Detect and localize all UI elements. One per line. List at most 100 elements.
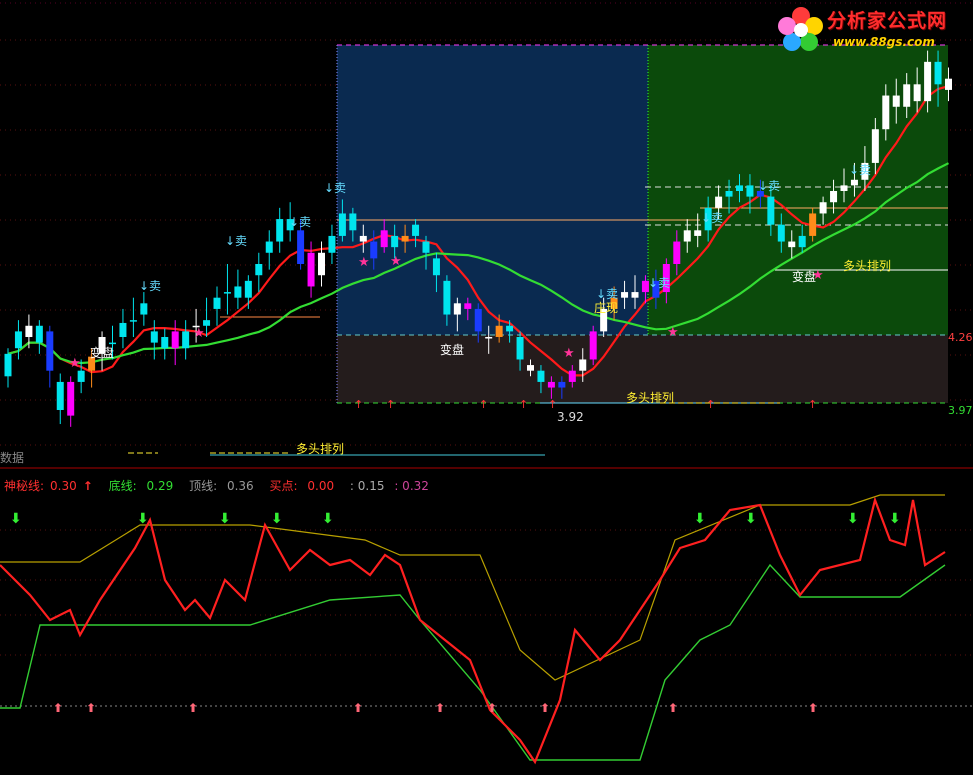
candle-body-55 [579,359,587,371]
top-value: 0.36 [226,479,254,493]
up-arrow-icon-2: ↑ [479,398,488,411]
candle-body-21 [223,292,231,294]
logo-url: www.88gs.com [833,35,935,49]
candle-body-86 [903,84,911,107]
pink-up-arrow-icon-6: ⬆ [540,701,550,715]
candle-body-14 [150,331,158,343]
candle-body-15 [161,337,169,349]
sell-marker-7: ↓卖 [758,179,780,193]
candle-body-36 [380,230,388,248]
candle-body-10 [109,342,116,345]
data-panel-label: 数据 [0,451,25,465]
green-down-arrow-icon-1: ⬇ [137,511,149,527]
candle-body-16 [171,331,179,349]
candle-body-2 [25,325,33,337]
candle-body-30 [318,252,325,276]
star-icon-0: ★ [69,356,81,371]
candle-body-70 [736,185,743,191]
indicator-legend: 神秘线: 0.30 ↑ 底线: 0.29 顶线: 0.36 买点: 0.00 : 0… [4,477,435,494]
green-down-arrow-icon-6: ⬇ [745,511,757,527]
buy-point-legend: 买点: 0.00 [270,479,344,493]
candle-body-32 [338,213,346,236]
star-icon-3: ★ [390,254,402,269]
bottom-value: 0.29 [146,479,174,493]
candle-body-26 [276,219,284,242]
buy-value: 0.00 [307,479,335,493]
candle-body-28 [297,230,305,264]
candle-body-66 [694,230,702,236]
bull-array-label-2: 多头排列 [626,391,674,405]
buy-label: 买点: [269,479,298,493]
sell-marker-1: ↓卖 [225,234,247,248]
green-down-arrow-icon-5: ⬇ [694,511,706,527]
pink-up-arrow-icon-3: ⬆ [353,701,363,715]
mystery-line [0,496,946,765]
price-label-right-upper: 4.26 [948,331,973,344]
candle-body-88 [924,61,932,102]
candle-body-65 [683,230,691,242]
candle-body-38 [401,235,409,242]
candle-body-68 [715,196,723,208]
candle-body-35 [370,241,378,259]
bull-array-label-1: 多头排列 [843,259,891,273]
value6-legend: : 0.32 [394,479,429,493]
pink-up-arrow-icon-7: ⬆ [668,701,678,715]
star-icon-1: ★ [193,326,205,341]
pink-up-arrow-icon-4: ⬆ [435,701,445,715]
mystery-label: 神秘线: [4,479,45,493]
candle-body-52 [547,381,555,388]
candle-body-90 [945,78,952,90]
candle-body-87 [913,84,921,102]
change-marker-0: 变盘 [90,345,114,360]
candle-body-59 [621,292,629,298]
candle-body-22 [234,286,242,298]
mystery-value: 0.30 [50,479,77,493]
candle-body-11 [119,322,127,337]
candle-body-42 [443,280,451,315]
candle-body-25 [265,241,273,253]
candle-body-60 [631,292,639,298]
candle-body-48 [506,325,514,332]
candle-body-84 [882,95,890,130]
candle-body-31 [328,235,336,253]
candle-body-5 [56,381,64,410]
candle-body-0 [4,353,12,377]
candle-body-79 [830,191,838,203]
up-arrow-icon-3: ↑ [519,398,528,411]
top-line-legend: 顶线: 0.36 [189,479,263,493]
zhuang-label: 庄现 [594,300,618,315]
top-label: 顶线: [189,479,218,493]
green-down-arrow-icon-4: ⬇ [322,511,334,527]
candle-body-46 [485,337,493,339]
candle-body-50 [527,365,534,371]
candle-body-81 [850,179,858,186]
sell-marker-3: ↓卖 [324,181,346,195]
candle-body-34 [359,235,367,242]
candle-body-6 [67,381,75,416]
candle-body-71 [746,185,754,197]
candle-body-77 [809,213,817,236]
up-arrow-icon-6: ↑ [808,398,817,411]
change-marker-1: 变盘 [440,342,464,357]
candle-body-53 [558,381,566,388]
pink-up-arrow-icon-0: ⬆ [53,701,63,715]
star-icon-5: ★ [667,325,679,340]
candle-body-73 [767,196,775,225]
candle-body-39 [412,224,420,236]
sell-marker-4: ↓卖 [596,287,618,301]
candle-body-89 [934,61,942,85]
candle-body-7 [77,370,85,382]
candle-body-33 [349,213,357,231]
pink-up-arrow-icon-8: ⬆ [808,701,818,715]
sell-marker-5: ↓卖 [648,276,670,290]
up-arrow-icon-1: ↑ [386,398,395,411]
candle-body-23 [244,280,252,298]
logo-title: 分析家公式网 [827,10,948,32]
candle-body-76 [798,235,806,248]
star-icon-2: ★ [358,255,370,270]
candle-body-56 [589,331,597,360]
chart-canvas: ↓卖↓卖↓卖↓卖↓卖↓卖↓卖↓卖↓卖变盘 变盘变盘★★★ ★★★★↑ ↑ ↑ ↑ ↑ ↑ ↑ ⬇… [0,2,973,765]
candle-body-85 [892,95,900,107]
candle-body-54 [568,370,576,382]
bottom-label: 底线: [108,479,137,493]
